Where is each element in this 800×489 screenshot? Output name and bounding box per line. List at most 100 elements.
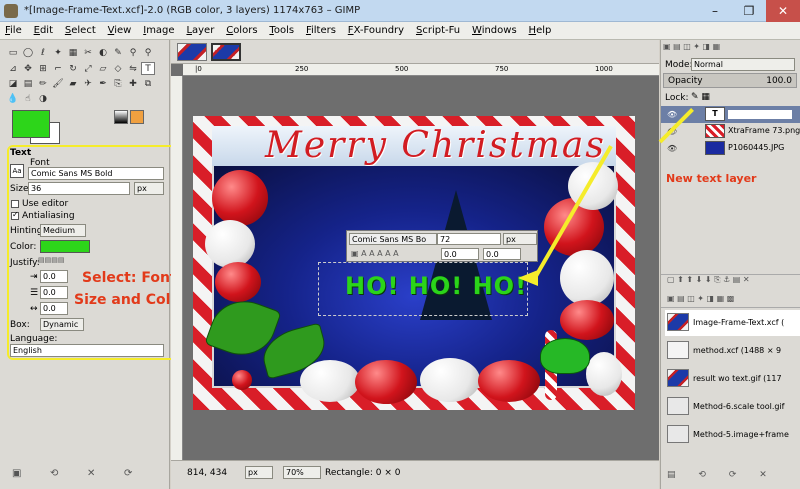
rotate-tool-icon[interactable]: ↻: [66, 63, 80, 76]
onbar-style-buttons[interactable]: ▣ A A A A A: [351, 249, 399, 258]
flip-tool-icon[interactable]: ⇋: [126, 63, 140, 76]
layer-name-edit[interactable]: [728, 110, 792, 119]
opacity-value: 100.0: [766, 76, 792, 86]
close-button[interactable]: ✕: [766, 0, 800, 22]
ruler-mark: 500: [395, 65, 409, 73]
eye-icon[interactable]: 👁: [667, 144, 677, 153]
menu-edit[interactable]: Edit: [29, 22, 57, 36]
menu-image[interactable]: Image: [138, 22, 178, 36]
menu-windows[interactable]: Windows: [467, 22, 521, 36]
maximize-button[interactable]: ❐: [732, 0, 766, 22]
history-item[interactable]: result wo text.gif (117: [665, 366, 800, 392]
perspective-tool-icon[interactable]: ◇: [111, 63, 125, 76]
rect-select-tool-icon[interactable]: ▭: [6, 47, 20, 60]
color-picker-tool-icon[interactable]: ⚲: [126, 47, 140, 60]
history-item[interactable]: Method-6.scale tool.gif: [665, 394, 800, 420]
ruler-mark: 750: [495, 65, 509, 73]
onbar-kerning-field[interactable]: 0.0: [483, 248, 521, 260]
ink-tool-icon[interactable]: ✒: [96, 78, 110, 91]
zoom-select[interactable]: 70%: [283, 466, 321, 479]
right-annotation: New text layer: [666, 172, 757, 185]
lock-pixels-icon[interactable]: ✎ ▦: [691, 92, 710, 102]
pattern-swatch[interactable]: [130, 110, 144, 124]
zoom-tool-icon[interactable]: ⚲: [141, 47, 155, 60]
ho-ho-ho-text[interactable]: HO! HO! HO!: [345, 272, 527, 300]
onbar-baseline-field[interactable]: 0.0: [441, 248, 479, 260]
foreground-color-swatch[interactable]: [12, 110, 50, 138]
menu-file[interactable]: File: [0, 22, 26, 36]
blend-tool-icon[interactable]: ▤: [21, 78, 35, 91]
history-item[interactable]: Image-Frame-Text.xcf (: [665, 310, 800, 336]
color-select-tool-icon[interactable]: ▦: [66, 47, 80, 60]
onbar-unit-select[interactable]: px: [503, 233, 537, 245]
menu-view[interactable]: View: [103, 22, 136, 36]
title-bar: *[Image-Frame-Text.xcf]-2.0 (RGB color, …: [0, 0, 800, 22]
ruler-mark: 250: [295, 65, 309, 73]
menu-fx-foundry[interactable]: FX-Foundry: [343, 22, 408, 36]
menu-help[interactable]: Help: [524, 22, 556, 36]
on-canvas-text-editor: Comic Sans MS Bo 72 px ▣ A A A A A 0.0 0…: [346, 230, 538, 262]
history-item[interactable]: Method-5.image+frame: [665, 422, 800, 448]
toolbox-bottom-icons[interactable]: ▣ ⟲ ✕ ⟳: [12, 468, 132, 479]
history-item[interactable]: method.xcf (1488 × 9: [665, 338, 800, 364]
unit-select[interactable]: px: [245, 466, 273, 479]
foreground-select-tool-icon[interactable]: ◐: [96, 47, 110, 60]
image-tab-thumbnail-active[interactable]: [211, 43, 241, 61]
fuzzy-select-tool-icon[interactable]: ✦: [51, 47, 65, 60]
paintbrush-tool-icon[interactable]: 🖌: [51, 78, 65, 91]
menu-select[interactable]: Select: [60, 22, 100, 36]
ornament-white: [420, 358, 480, 402]
paths-tool-icon[interactable]: ✎: [111, 47, 125, 60]
shear-tool-icon[interactable]: ▱: [96, 63, 110, 76]
menu-script-fu[interactable]: Script-Fu: [411, 22, 464, 36]
menu-layer[interactable]: Layer: [181, 22, 218, 36]
airbrush-tool-icon[interactable]: ✈: [81, 78, 95, 91]
layer-thumbnail: [705, 141, 725, 155]
move-tool-icon[interactable]: ✥: [21, 63, 35, 76]
history-thumbnail: [667, 369, 689, 387]
menu-tools[interactable]: Tools: [264, 22, 298, 36]
gradient-swatch[interactable]: [114, 110, 128, 124]
perspective-clone-tool-icon[interactable]: ⧉: [141, 78, 155, 91]
history-thumbnail: [667, 425, 689, 443]
dock-tabs[interactable]: ▣ ▤ ◫ ✦ ◨ ▦: [663, 42, 799, 56]
holly-berry: [232, 370, 252, 390]
minimize-button[interactable]: –: [698, 0, 732, 22]
blur-tool-icon[interactable]: 💧: [6, 93, 20, 106]
crop-tool-icon[interactable]: ⌐: [51, 63, 65, 76]
history-tabs[interactable]: ▣ ▤ ◫ ✦ ◨ ▦ ▩: [661, 294, 800, 308]
ornament-white: [300, 360, 360, 402]
image-tab-thumbnail[interactable]: [177, 43, 207, 61]
ruler-mark: |0: [195, 65, 202, 73]
ellipse-select-tool-icon[interactable]: ◯: [21, 47, 35, 60]
onbar-font-field[interactable]: Comic Sans MS Bo: [349, 233, 437, 245]
menu-filters[interactable]: Filters: [301, 22, 340, 36]
mode-label: Mode:: [665, 60, 693, 70]
heal-tool-icon[interactable]: ✚: [126, 78, 140, 91]
text-tool-icon[interactable]: T: [141, 62, 155, 75]
scissors-tool-icon[interactable]: ✂: [81, 47, 95, 60]
ornament-white: [205, 220, 255, 268]
measure-tool-icon[interactable]: ⊿: [6, 63, 20, 76]
layer-row-photo[interactable]: 👁 P1060445.JPG: [661, 140, 800, 157]
align-tool-icon[interactable]: ⊞: [36, 63, 50, 76]
scale-tool-icon[interactable]: ⤢: [81, 63, 95, 76]
eye-icon[interactable]: 👁: [667, 110, 677, 119]
eraser-tool-icon[interactable]: ▰: [66, 78, 80, 91]
layer-mode-select[interactable]: Normal: [691, 58, 795, 71]
pencil-tool-icon[interactable]: ✏: [36, 78, 50, 91]
history-toolbar[interactable]: ▤ ⟲ ⟳ ✕: [667, 470, 767, 480]
layers-toolbar[interactable]: ▢ ⬆ ⬆ ⬇ ⬇ ⎘ ⚓ ▤ ✕: [661, 274, 800, 288]
layer-name: XtraFrame 73.png: [728, 126, 800, 135]
clone-tool-icon[interactable]: ⎘: [111, 78, 125, 91]
pointer-coords: 814, 434: [187, 468, 228, 478]
status-message: Rectangle: 0 × 0: [325, 468, 401, 478]
onbar-size-field[interactable]: 72: [437, 233, 501, 245]
menu-colors[interactable]: Colors: [221, 22, 261, 36]
dodge-tool-icon[interactable]: ◑: [36, 93, 50, 106]
free-select-tool-icon[interactable]: ℓ: [36, 47, 50, 60]
bucket-fill-tool-icon[interactable]: ◪: [6, 78, 20, 91]
smudge-tool-icon[interactable]: ☝: [21, 93, 35, 106]
layer-row-frame[interactable]: 👁 XtraFrame 73.png: [661, 123, 800, 140]
opacity-slider[interactable]: Opacity 100.0: [663, 73, 797, 88]
